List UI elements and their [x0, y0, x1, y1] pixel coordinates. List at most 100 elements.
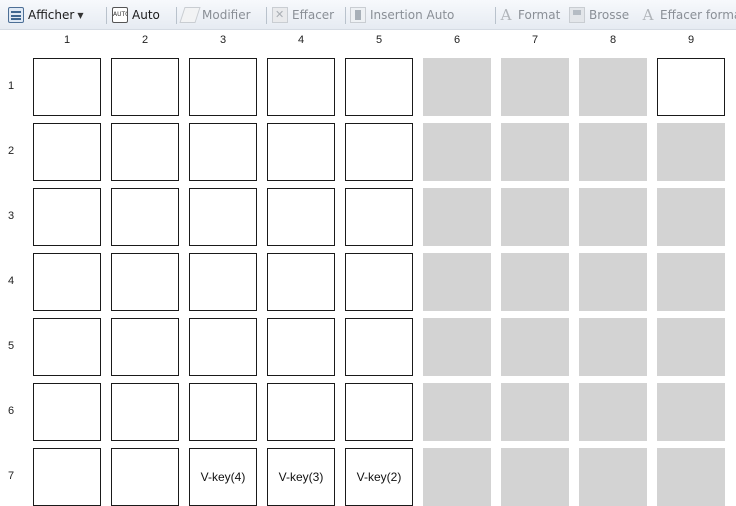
effacer-label: Effacer	[292, 8, 335, 22]
key-cell-disabled[interactable]	[423, 58, 491, 116]
key-cell[interactable]	[345, 318, 413, 376]
insertion-auto-label: Insertion Auto	[370, 8, 455, 22]
column-header: 1	[63, 34, 71, 46]
column-header: 4	[297, 34, 305, 46]
key-cell[interactable]	[189, 318, 257, 376]
key-cell[interactable]	[657, 58, 725, 116]
key-cell-disabled[interactable]	[501, 448, 569, 506]
afficher-button[interactable]: Afficher ▼	[8, 0, 84, 30]
format-button[interactable]: A Format	[498, 0, 561, 30]
key-cell[interactable]	[33, 448, 101, 506]
key-cell-disabled[interactable]	[501, 58, 569, 116]
brosse-icon	[569, 7, 585, 23]
key-cell[interactable]	[189, 58, 257, 116]
key-cell[interactable]	[33, 58, 101, 116]
key-cell[interactable]	[33, 123, 101, 181]
key-cell[interactable]	[345, 253, 413, 311]
key-cell[interactable]	[33, 253, 101, 311]
row-header: 7	[8, 470, 15, 482]
afficher-label: Afficher	[28, 8, 75, 22]
key-cell-disabled[interactable]	[501, 188, 569, 246]
row-header: 5	[8, 340, 15, 352]
key-cell-disabled[interactable]	[657, 253, 725, 311]
key-cell-label: V-key(2)	[356, 470, 402, 484]
key-cell-disabled[interactable]	[657, 318, 725, 376]
key-cell[interactable]	[345, 188, 413, 246]
row-header: 2	[8, 145, 15, 157]
modifier-button[interactable]: Modifier	[179, 0, 251, 30]
key-cell[interactable]	[267, 58, 335, 116]
key-cell-disabled[interactable]	[579, 448, 647, 506]
key-cell-disabled[interactable]	[501, 318, 569, 376]
insertion-auto-button[interactable]: Insertion Auto	[350, 0, 454, 30]
key-cell[interactable]	[111, 123, 179, 181]
key-cell[interactable]: V-key(4)	[189, 448, 257, 506]
toolbar-separator	[495, 7, 496, 24]
key-cell-disabled[interactable]	[579, 188, 647, 246]
key-cell[interactable]	[345, 383, 413, 441]
key-cell[interactable]	[267, 188, 335, 246]
chevron-down-icon: ▼	[77, 10, 84, 20]
key-cell[interactable]	[189, 123, 257, 181]
key-cell-disabled[interactable]	[579, 123, 647, 181]
column-header: 2	[141, 34, 149, 46]
key-cell[interactable]	[111, 58, 179, 116]
effacer-format-button[interactable]: A Effacer format	[640, 0, 736, 30]
key-cell[interactable]	[111, 383, 179, 441]
key-cell-disabled[interactable]	[423, 253, 491, 311]
key-cell-disabled[interactable]	[423, 188, 491, 246]
toolbar: Afficher ▼ AUTO Auto Modifier Effacer In…	[0, 0, 736, 30]
row-header: 4	[8, 275, 15, 287]
key-cell[interactable]	[267, 318, 335, 376]
brosse-button[interactable]: Brosse	[569, 0, 629, 30]
column-header: 6	[453, 34, 461, 46]
key-cell-disabled[interactable]	[579, 58, 647, 116]
key-cell[interactable]	[267, 123, 335, 181]
afficher-icon	[8, 7, 24, 23]
column-header: 9	[687, 34, 695, 46]
key-cell-disabled[interactable]	[423, 123, 491, 181]
key-cell-disabled[interactable]	[423, 318, 491, 376]
key-cell-disabled[interactable]	[423, 448, 491, 506]
key-cell[interactable]	[267, 253, 335, 311]
key-cell[interactable]	[111, 188, 179, 246]
auto-icon: AUTO	[112, 7, 128, 23]
key-cell[interactable]	[33, 383, 101, 441]
key-cell-disabled[interactable]	[423, 383, 491, 441]
key-cell[interactable]	[189, 383, 257, 441]
key-cell[interactable]	[267, 383, 335, 441]
effacer-button[interactable]: Effacer	[272, 0, 334, 30]
key-cell-disabled[interactable]	[579, 318, 647, 376]
key-cell[interactable]	[345, 58, 413, 116]
key-cell[interactable]	[33, 188, 101, 246]
column-header: 5	[375, 34, 383, 46]
format-icon: A	[500, 6, 512, 24]
key-cell[interactable]	[189, 253, 257, 311]
key-cell[interactable]	[33, 318, 101, 376]
key-cell-disabled[interactable]	[579, 383, 647, 441]
key-cell-disabled[interactable]	[501, 123, 569, 181]
key-cell[interactable]	[111, 448, 179, 506]
key-cell[interactable]	[111, 253, 179, 311]
key-cell-disabled[interactable]	[657, 123, 725, 181]
auto-label: Auto	[132, 8, 160, 22]
key-cell[interactable]: V-key(2)	[345, 448, 413, 506]
key-cell[interactable]	[189, 188, 257, 246]
key-cell-disabled[interactable]	[579, 253, 647, 311]
key-cell[interactable]	[345, 123, 413, 181]
key-cell[interactable]: V-key(3)	[267, 448, 335, 506]
toolbar-separator	[345, 7, 346, 24]
row-header: 6	[8, 405, 15, 417]
key-cell-disabled[interactable]	[501, 383, 569, 441]
key-cell-disabled[interactable]	[657, 383, 725, 441]
auto-button[interactable]: AUTO Auto	[112, 0, 160, 30]
column-header: 7	[531, 34, 539, 46]
key-cell-disabled[interactable]	[657, 448, 725, 506]
toolbar-separator	[106, 7, 107, 24]
format-label: Format	[518, 8, 561, 22]
effacer-format-label: Effacer format	[660, 8, 736, 22]
key-cell-disabled[interactable]	[657, 188, 725, 246]
key-cell[interactable]	[111, 318, 179, 376]
modifier-icon	[179, 7, 201, 23]
key-cell-disabled[interactable]	[501, 253, 569, 311]
